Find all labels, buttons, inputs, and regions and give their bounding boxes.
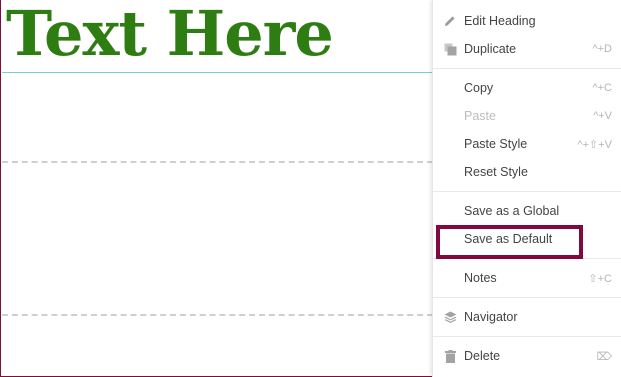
duplicate-icon (443, 42, 457, 56)
menu-item-label: Save as a Global (464, 204, 560, 218)
menu-item-reset-style[interactable]: Reset Style (433, 159, 621, 185)
menu-item-edit-heading[interactable]: Edit Heading (433, 8, 621, 34)
menu-item-label: Navigator (464, 310, 518, 324)
menu-item-paste[interactable]: Paste ^+V (433, 103, 621, 129)
menu-separator (433, 297, 621, 298)
menu-item-duplicate[interactable]: Duplicate ^+D (433, 36, 621, 62)
menu-item-shortcut: ⇧+C (588, 273, 612, 285)
layers-icon (443, 310, 457, 324)
menu-separator (433, 68, 621, 69)
menu-item-label: Paste Style (464, 137, 528, 151)
menu-item-copy[interactable]: Copy ^+C (433, 75, 621, 101)
menu-separator (433, 191, 621, 192)
menu-item-shortcut: ^+D (592, 43, 612, 55)
menu-item-shortcut: ^+⇧+V (577, 139, 612, 151)
menu-item-save-as-global[interactable]: Save as a Global (433, 198, 621, 224)
trash-icon (443, 349, 457, 363)
menu-item-label: Delete (464, 349, 501, 363)
menu-item-shortcut: ⌦ (596, 351, 612, 363)
pencil-icon (443, 14, 457, 28)
menu-separator (433, 336, 621, 337)
menu-item-label: Edit Heading (464, 14, 536, 28)
section-divider (2, 314, 433, 316)
menu-item-delete[interactable]: Delete ⌦ (433, 343, 621, 369)
menu-item-shortcut: ^+V (593, 110, 612, 122)
menu-item-shortcut: ^+C (592, 82, 612, 94)
context-menu: Edit Heading Duplicate ^+D Copy ^+C Past… (432, 0, 621, 377)
menu-item-label: Duplicate (464, 42, 517, 56)
menu-item-paste-style[interactable]: Paste Style ^+⇧+V (433, 131, 621, 157)
menu-item-navigator[interactable]: Navigator (433, 304, 621, 330)
menu-item-label: Reset Style (464, 165, 528, 179)
heading-widget[interactable]: Text Here (2, 0, 433, 73)
menu-item-label: Paste (464, 109, 496, 123)
menu-item-label: Notes (464, 271, 497, 285)
menu-item-notes[interactable]: Notes ⇧+C (433, 265, 621, 291)
section-divider (2, 161, 433, 163)
highlight-box (436, 225, 583, 259)
heading-text[interactable]: Text Here (6, 0, 334, 72)
menu-item-label: Copy (464, 81, 494, 95)
